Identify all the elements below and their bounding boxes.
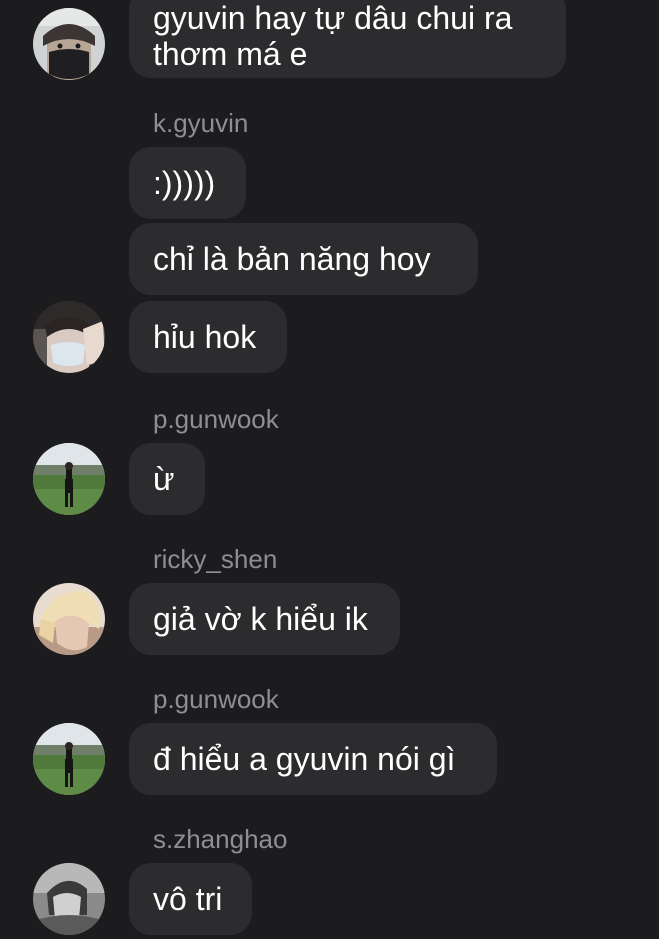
message-text: giả vờ k hiểu ik (153, 601, 368, 637)
avatar[interactable] (33, 723, 105, 795)
avatar[interactable] (33, 583, 105, 655)
message-bubble[interactable]: chỉ là bản năng hoy (129, 223, 478, 295)
masked-face-avatar-icon (33, 8, 105, 80)
sender-name[interactable]: k.gyuvin (153, 108, 248, 138)
hand-face-avatar-icon (33, 301, 105, 373)
avatar[interactable] (33, 301, 105, 373)
soccer-field-avatar-icon (33, 443, 105, 515)
sender-name[interactable]: p.gunwook (153, 684, 279, 714)
message-text: đ hiểu a gyuvin nói gì (153, 741, 456, 777)
message-line: thơm má e (153, 36, 308, 72)
sender-name[interactable]: s.zhanghao (153, 824, 287, 854)
message-bubble[interactable]: gyuvin hay tự dâu chui ra thơm má e (129, 0, 566, 78)
message-line: gyuvin hay tự dâu chui ra (153, 0, 513, 36)
message-bubble[interactable]: giả vờ k hiểu ik (129, 583, 400, 655)
message-text: hỉu hok (153, 319, 257, 355)
avatar[interactable] (33, 443, 105, 515)
message-bubble[interactable]: ừ (129, 443, 205, 515)
message-text: ừ (153, 461, 175, 497)
monochrome-portrait-avatar-icon (33, 863, 105, 935)
avatar[interactable] (33, 863, 105, 935)
blond-profile-avatar-icon (33, 583, 105, 655)
soccer-field-avatar-icon (33, 723, 105, 795)
sender-name[interactable]: ricky_shen (153, 544, 277, 574)
message-bubble[interactable]: :))))) (129, 147, 246, 219)
sender-name[interactable]: p.gunwook (153, 404, 279, 434)
message-bubble[interactable]: hỉu hok (129, 301, 287, 373)
message-text: chỉ là bản năng hoy (153, 241, 431, 277)
avatar[interactable] (33, 8, 105, 80)
message-bubble[interactable]: đ hiểu a gyuvin nói gì (129, 723, 497, 795)
chat-thread[interactable]: gyuvin hay tự dâu chui ra thơm má e k.gy… (0, 0, 659, 939)
message-text: :))))) (153, 165, 216, 201)
message-bubble[interactable]: vô tri (129, 863, 252, 935)
message-text: vô tri (153, 881, 223, 917)
